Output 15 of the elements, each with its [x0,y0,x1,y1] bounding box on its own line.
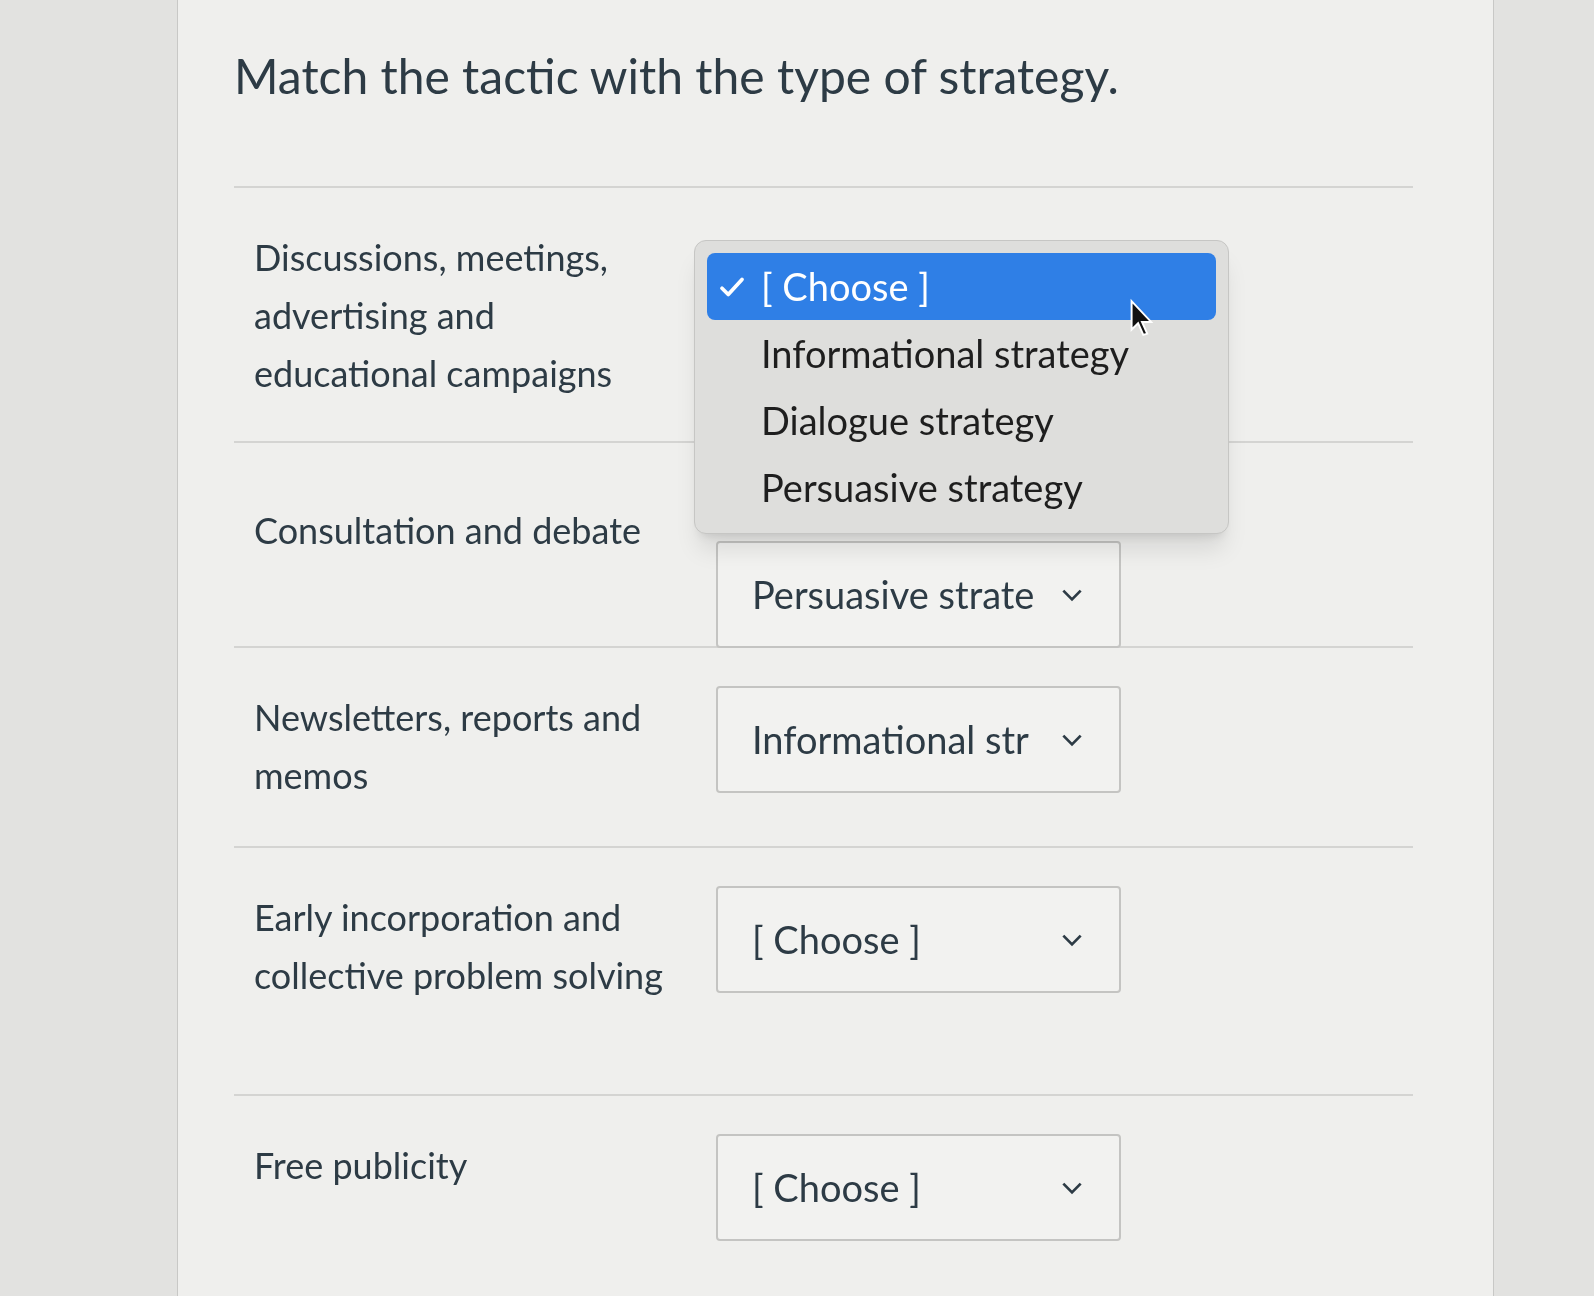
question-text: Match the tactic with the type of strategy. [234,46,1120,106]
tactic-label: Discussions, meetings, advertising and educational campaigns [254,234,614,397]
tactic-label: Newsletters, reports and memos [254,694,643,799]
mouse-cursor-icon [1129,298,1155,338]
tactic-label: Free publicity [254,1142,469,1189]
select-dropdown[interactable]: Persuasive strate [716,541,1121,648]
dropdown-option[interactable]: [ Choose ] [707,253,1216,320]
dropdown-option[interactable]: Persuasive strategy [707,454,1216,521]
dropdown-option[interactable]: Dialogue strategy [707,387,1216,454]
select-dropdown[interactable]: [ Choose ] [716,1134,1121,1241]
select-dropdown[interactable]: [ Choose ] [716,886,1121,993]
dropdown-option[interactable]: Informational strategy [707,320,1216,387]
tactic-label: Early incorporation and collective problem solving [254,894,664,999]
tactic-label: Consultation and debate [254,507,642,554]
select-dropdown[interactable]: Informational str [716,686,1121,793]
